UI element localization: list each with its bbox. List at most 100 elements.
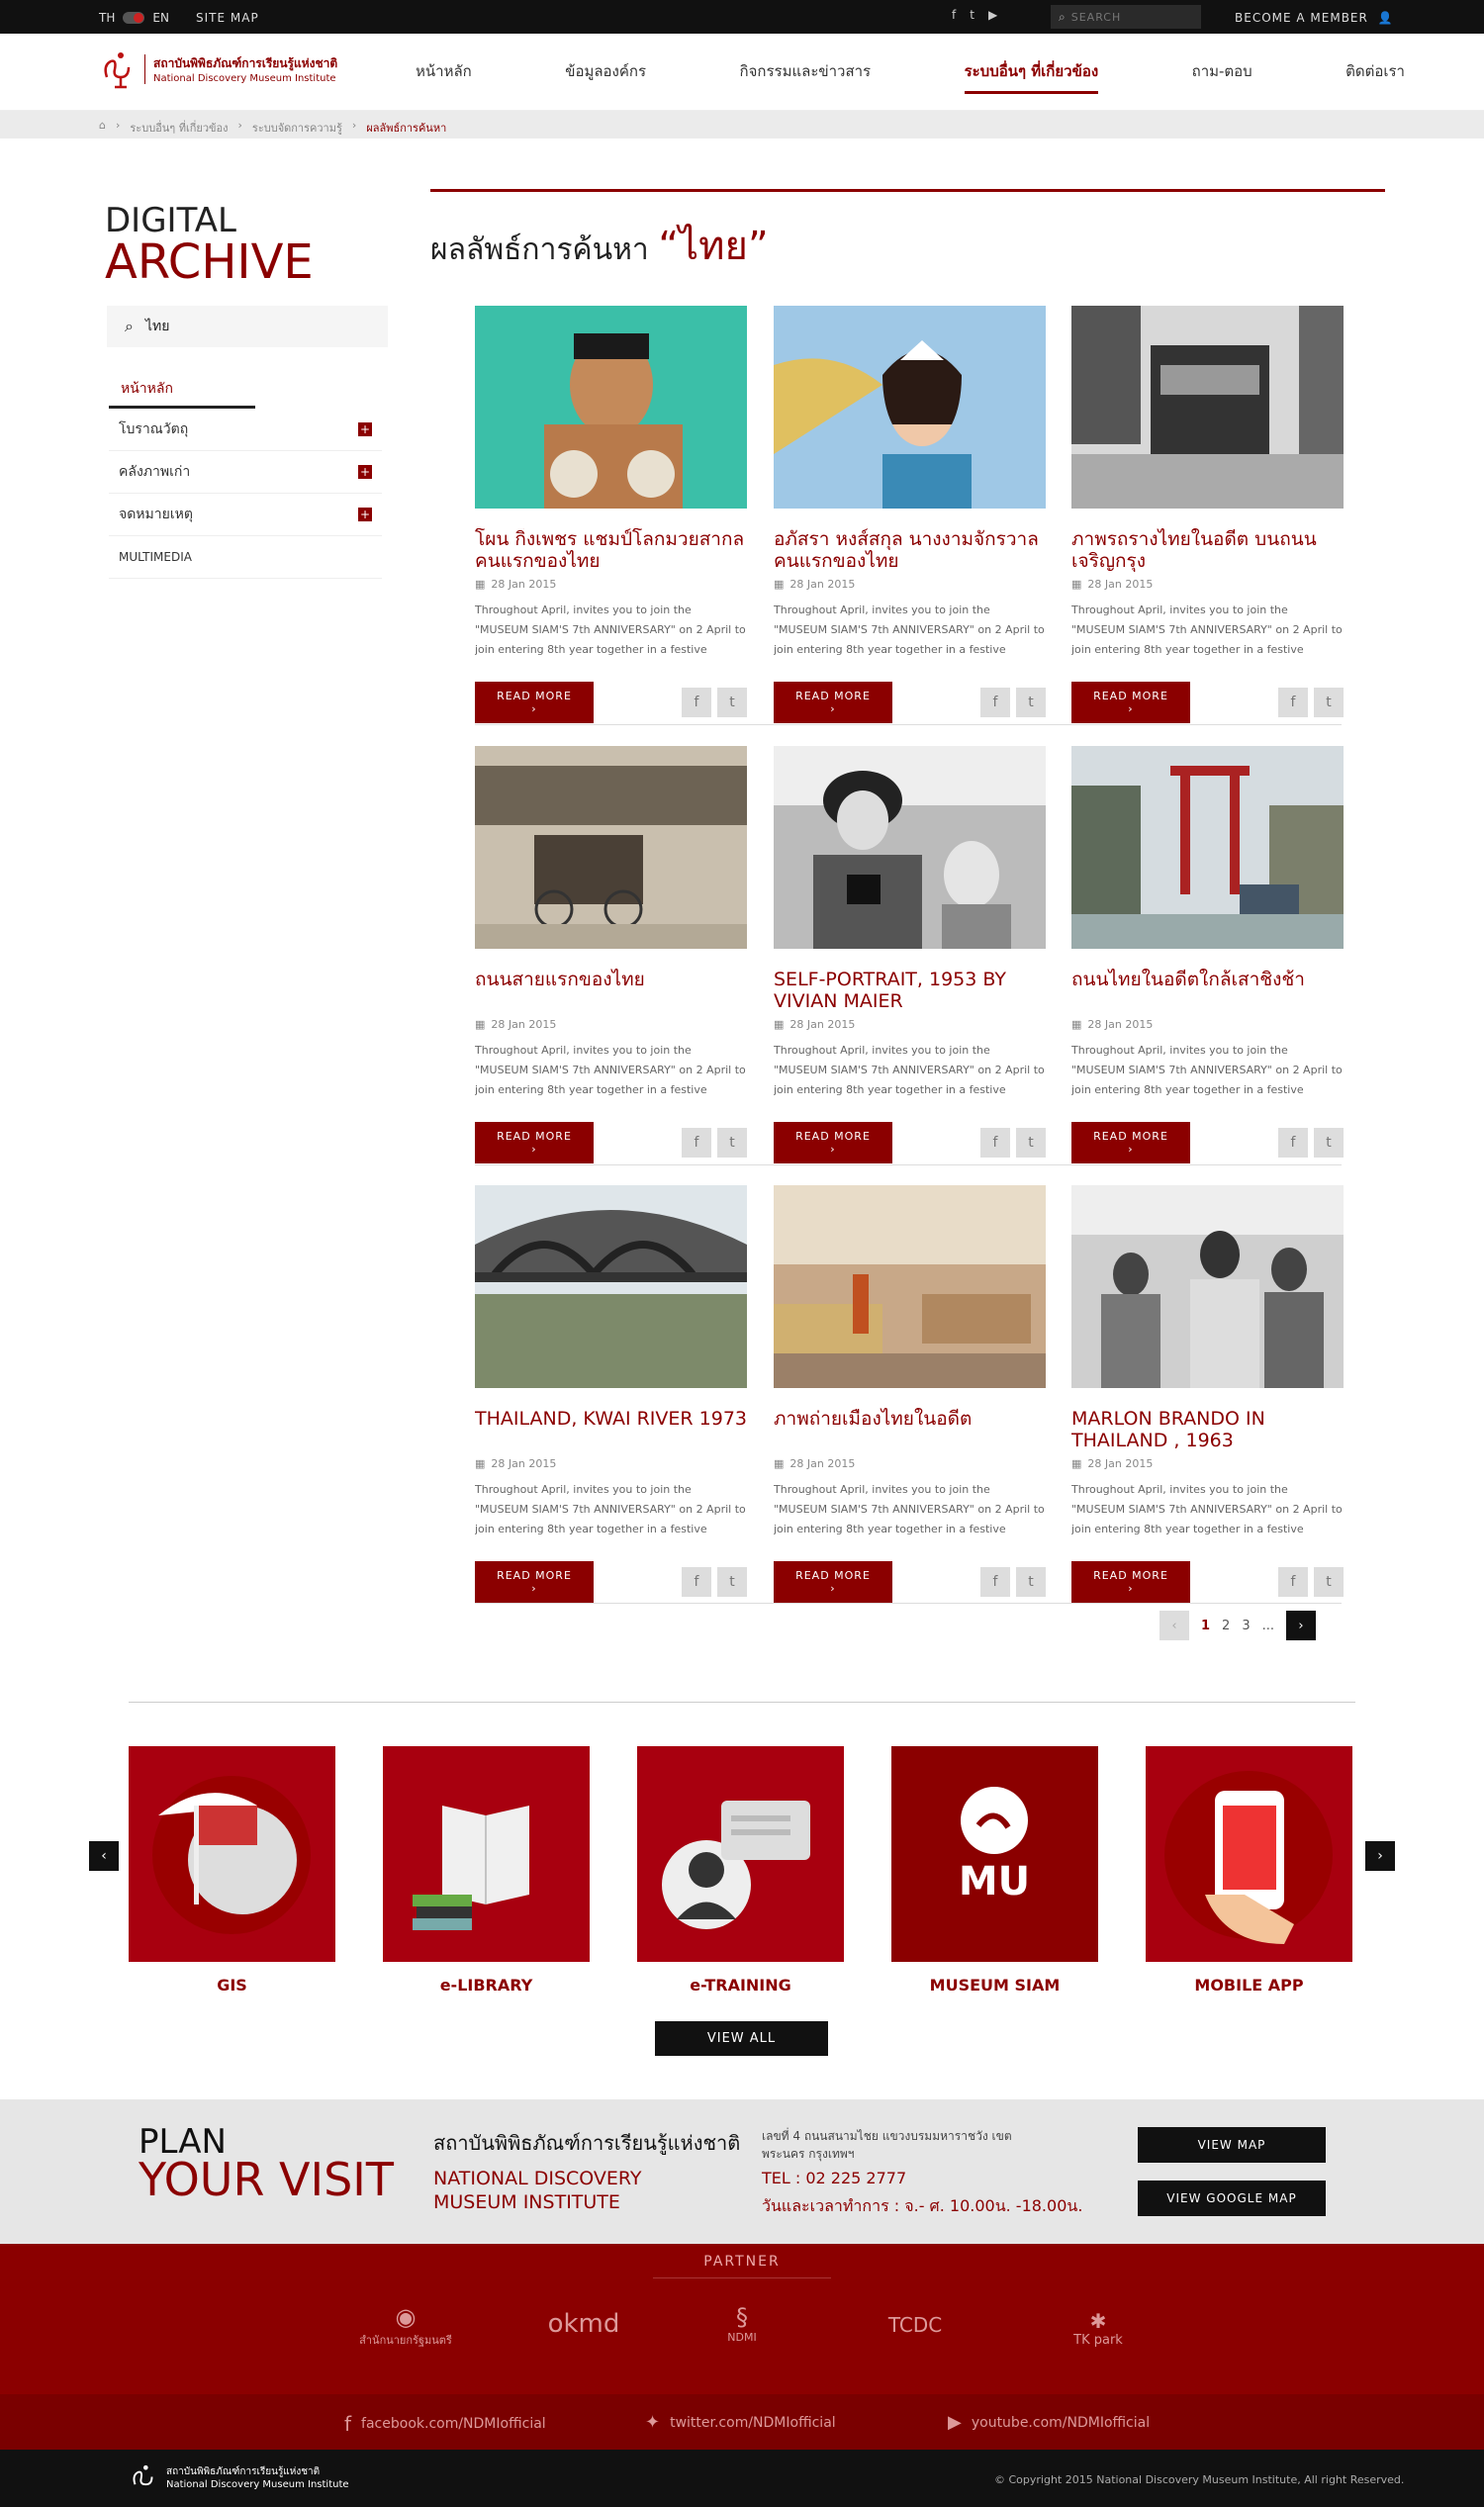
site-logo[interactable]: สถาบันพิพิธภัณฑ์การเรียนรู้แห่งชาติ Nati… bbox=[99, 47, 337, 91]
nav-contact[interactable]: ติดต่อเรา bbox=[1345, 59, 1405, 94]
read-more-button[interactable]: READ MORE › bbox=[1071, 1122, 1190, 1163]
card-title[interactable]: ภาพถ่ายเมืองไทยในอดีต bbox=[774, 1408, 1046, 1451]
sidebar-item-home[interactable]: หน้าหลัก bbox=[109, 372, 255, 409]
card-image[interactable] bbox=[1071, 306, 1344, 509]
youtube-icon[interactable]: ▶ bbox=[988, 8, 997, 22]
page-3[interactable]: 3 bbox=[1242, 1619, 1250, 1633]
expand-plus-icon[interactable]: + bbox=[358, 422, 372, 436]
home-icon[interactable]: ⌂ bbox=[99, 119, 106, 132]
expand-plus-icon[interactable]: + bbox=[358, 508, 372, 521]
view-all-button[interactable]: VIEW ALL bbox=[655, 2021, 828, 2056]
card-image[interactable] bbox=[475, 306, 747, 509]
sitemap-link[interactable]: SITE MAP bbox=[196, 11, 259, 25]
read-more-button[interactable]: READ MORE › bbox=[774, 1122, 892, 1163]
nav-home[interactable]: หน้าหลัก bbox=[416, 59, 472, 94]
breadcrumb-item[interactable]: ระบบจัดการความรู้ bbox=[252, 119, 342, 135]
facebook-share-icon[interactable]: f bbox=[1278, 1128, 1308, 1158]
facebook-share-icon[interactable]: f bbox=[1278, 1567, 1308, 1597]
facebook-share-icon[interactable]: f bbox=[682, 1567, 711, 1597]
archive-search-box[interactable]: ⌕ ไทย bbox=[107, 306, 388, 347]
nav-related-systems[interactable]: ระบบอื่นๆ ที่เกี่ยวข้อง bbox=[964, 59, 1099, 94]
card-image[interactable] bbox=[475, 746, 747, 949]
service-e-training[interactable]: e-TRAINING bbox=[637, 1746, 844, 1995]
card-title[interactable]: SELF-PORTRAIT, 1953 BY VIVIAN MAIER bbox=[774, 969, 1046, 1012]
read-more-button[interactable]: READ MORE › bbox=[475, 1122, 594, 1163]
card-image[interactable] bbox=[774, 306, 1046, 509]
facebook-share-icon[interactable]: f bbox=[980, 1567, 1010, 1597]
next-page-button[interactable]: › bbox=[1286, 1611, 1317, 1640]
twitter-share-icon[interactable]: t bbox=[1016, 1128, 1046, 1158]
card-image[interactable] bbox=[774, 1185, 1046, 1388]
twitter-share-icon[interactable]: t bbox=[717, 1567, 747, 1597]
card-title[interactable]: MARLON BRANDO IN THAILAND , 1963 bbox=[1071, 1408, 1344, 1451]
twitter-share-icon[interactable]: t bbox=[1016, 688, 1046, 717]
footer-logo[interactable]: สถาบันพิพิธภัณฑ์การเรียนรู้แห่งชาติ Natio… bbox=[129, 2461, 349, 2495]
read-more-button[interactable]: READ MORE › bbox=[1071, 682, 1190, 723]
card-title[interactable]: THAILAND, KWAI RIVER 1973 bbox=[475, 1408, 747, 1451]
service-mobile-app[interactable]: MOBILE APP bbox=[1146, 1746, 1352, 1995]
twitter-share-icon[interactable]: t bbox=[717, 688, 747, 717]
partner-logo-okmd[interactable]: okmd bbox=[544, 2309, 623, 2339]
service-museum-siam[interactable]: MU MUSEUM SIAM bbox=[891, 1746, 1098, 1995]
facebook-share-icon[interactable]: f bbox=[1278, 688, 1308, 717]
language-switch[interactable]: TH EN bbox=[99, 11, 169, 25]
twitter-share-icon[interactable]: t bbox=[1314, 688, 1344, 717]
twitter-share-icon[interactable]: t bbox=[1016, 1567, 1046, 1597]
lang-en[interactable]: EN bbox=[152, 11, 169, 25]
partner-logo-ndmi[interactable]: § NDMI bbox=[712, 2303, 772, 2344]
facebook-share-icon[interactable]: f bbox=[980, 688, 1010, 717]
facebook-icon[interactable]: f bbox=[952, 8, 956, 22]
twitter-icon[interactable]: t bbox=[970, 8, 974, 22]
partner-logo-pm-office[interactable]: ◉ สำนักนายกรัฐมนตรี bbox=[356, 2303, 455, 2349]
sidebar-item-old-photos[interactable]: คลังภาพเก่า + bbox=[109, 451, 382, 494]
top-search-input[interactable] bbox=[1070, 10, 1190, 24]
card-image[interactable] bbox=[475, 1185, 747, 1388]
language-toggle[interactable] bbox=[123, 12, 145, 24]
facebook-share-icon[interactable]: f bbox=[682, 1128, 711, 1158]
read-more-button[interactable]: READ MORE › bbox=[774, 682, 892, 723]
nav-faq[interactable]: ถาม-ตอบ bbox=[1192, 59, 1252, 94]
archive-search-value[interactable]: ไทย bbox=[145, 316, 169, 337]
page-1[interactable]: 1 bbox=[1201, 1619, 1210, 1633]
card-image[interactable] bbox=[774, 746, 1046, 949]
facebook-share-icon[interactable]: f bbox=[682, 688, 711, 717]
page-2[interactable]: 2 bbox=[1222, 1619, 1230, 1633]
card-title[interactable]: ภาพรถรางไทยในอดีต บนถนนเจริญกรุง bbox=[1071, 528, 1344, 572]
partner-logo-tcdc[interactable]: TCDC bbox=[871, 2313, 960, 2337]
view-google-map-button[interactable]: VIEW GOOGLE MAP bbox=[1138, 2181, 1326, 2216]
card-title[interactable]: ถนนสายแรกของไทย bbox=[475, 969, 747, 1012]
nav-about[interactable]: ข้อมูลองค์กร bbox=[565, 59, 646, 94]
read-more-button[interactable]: READ MORE › bbox=[475, 682, 594, 723]
partner-logo-tkpark[interactable]: ✱ TK park bbox=[1068, 2309, 1128, 2348]
sidebar-item-archives[interactable]: จดหมายเหตุ + bbox=[109, 494, 382, 536]
carousel-prev-button[interactable]: ‹ bbox=[89, 1841, 119, 1871]
carousel-next-button[interactable]: › bbox=[1365, 1841, 1395, 1871]
become-member-link[interactable]: BECOME A MEMBER 👤 bbox=[1235, 11, 1394, 25]
twitter-share-icon[interactable]: t bbox=[717, 1128, 747, 1158]
read-more-button[interactable]: READ MORE › bbox=[774, 1561, 892, 1603]
card-title[interactable]: อภัสรา หงส์สกุล นางงามจักรวาลคนแรกของไทย bbox=[774, 528, 1046, 572]
footer-twitter-link[interactable]: ✦ twitter.com/NDMIofficial bbox=[645, 2412, 836, 2433]
service-gis[interactable]: GIS bbox=[129, 1746, 335, 1995]
prev-page-button[interactable]: ‹ bbox=[1159, 1611, 1189, 1640]
card-image[interactable] bbox=[1071, 746, 1344, 949]
service-e-library[interactable]: e-LIBRARY bbox=[383, 1746, 590, 1995]
twitter-share-icon[interactable]: t bbox=[1314, 1128, 1344, 1158]
nav-activities[interactable]: กิจกรรมและข่าวสาร bbox=[740, 59, 872, 94]
search-icon[interactable]: ⌕ bbox=[1059, 10, 1066, 25]
footer-youtube-link[interactable]: ▶ youtube.com/NDMIofficial bbox=[948, 2412, 1150, 2433]
expand-plus-icon[interactable]: + bbox=[358, 465, 372, 479]
read-more-button[interactable]: READ MORE › bbox=[1071, 1561, 1190, 1603]
view-map-button[interactable]: VIEW MAP bbox=[1138, 2127, 1326, 2163]
sidebar-item-antiques[interactable]: โบราณวัตถุ + bbox=[109, 409, 382, 451]
card-image[interactable] bbox=[1071, 1185, 1344, 1388]
card-title[interactable]: ถนนไทยในอดีตใกล้เสาชิงช้า bbox=[1071, 969, 1344, 1012]
breadcrumb-item[interactable]: ระบบอื่นๆ ที่เกี่ยวข้อง bbox=[130, 119, 228, 135]
footer-facebook-link[interactable]: f facebook.com/NDMIofficial bbox=[344, 2412, 546, 2436]
read-more-button[interactable]: READ MORE › bbox=[475, 1561, 594, 1603]
facebook-share-icon[interactable]: f bbox=[980, 1128, 1010, 1158]
twitter-share-icon[interactable]: t bbox=[1314, 1567, 1344, 1597]
sidebar-item-multimedia[interactable]: MULTIMEDIA bbox=[109, 536, 382, 579]
card-title[interactable]: โผน กิ่งเพชร แชมป์โลกมวยสากลคนแรกของไทย bbox=[475, 528, 747, 572]
lang-th[interactable]: TH bbox=[99, 11, 115, 25]
